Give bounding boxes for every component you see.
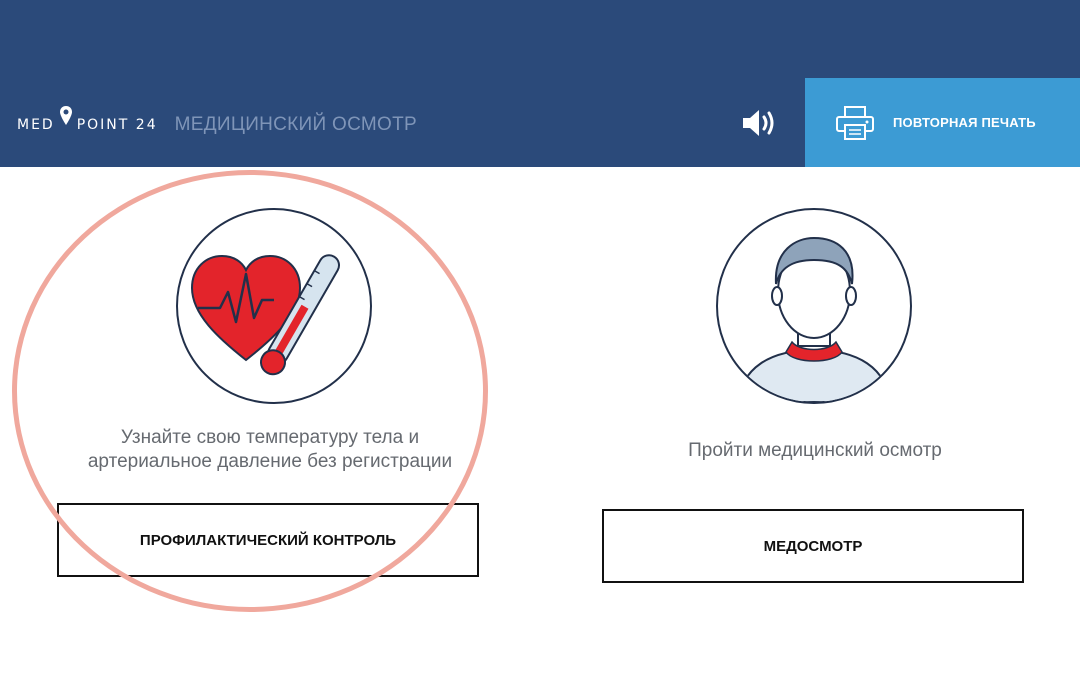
preventive-control-label: ПРОФИЛАКТИЧЕСКИЙ КОНТРОЛЬ (139, 531, 397, 549)
reprint-label: ПОВТОРНАЯ ПЕЧАТЬ (893, 115, 1036, 130)
preventive-caption-line1: Узнайте свою температуру тела и (120, 427, 420, 448)
printer-icon (836, 105, 874, 140)
reprint-button[interactable]: ПОВТОРНАЯ ПЕЧАТЬ (805, 78, 1080, 167)
sound-button[interactable] (738, 104, 780, 142)
app-header: MED POINT 24 МЕДИЦИНСКИЙ ОСМОТР ПОВТОРНА… (0, 0, 1080, 167)
logo-text-point: POINT 24 (76, 117, 158, 133)
page-title: МЕДИЦИНСКИЙ ОСМОТР (174, 114, 418, 135)
logo-text-med: MED (17, 117, 55, 133)
person-avatar-icon (736, 236, 892, 402)
medical-exam-label: МЕДОСМОТР (763, 537, 863, 555)
brand: MED POINT 24 МЕДИЦИНСКИЙ ОСМОТР (17, 106, 418, 142)
medical-exam-button[interactable]: МЕДОСМОТР (602, 509, 1024, 583)
preventive-control-button[interactable]: ПРОФИЛАКТИЧЕСКИЙ КОНТРОЛЬ (57, 503, 479, 577)
preventive-caption-line2: артериальное давление без регистрации (87, 451, 453, 472)
heart-thermometer-illustration (176, 208, 372, 404)
preventive-caption: Узнайте свою температуру тела и артериал… (50, 426, 490, 474)
location-pin-icon (59, 106, 72, 125)
medical-exam-caption: Пройти медицинский осмотр (688, 440, 942, 461)
medpoint-logo: MED POINT 24 (17, 106, 158, 133)
speaker-icon (743, 110, 774, 136)
heart-thermometer-icon (190, 254, 340, 376)
person-illustration (716, 208, 912, 404)
